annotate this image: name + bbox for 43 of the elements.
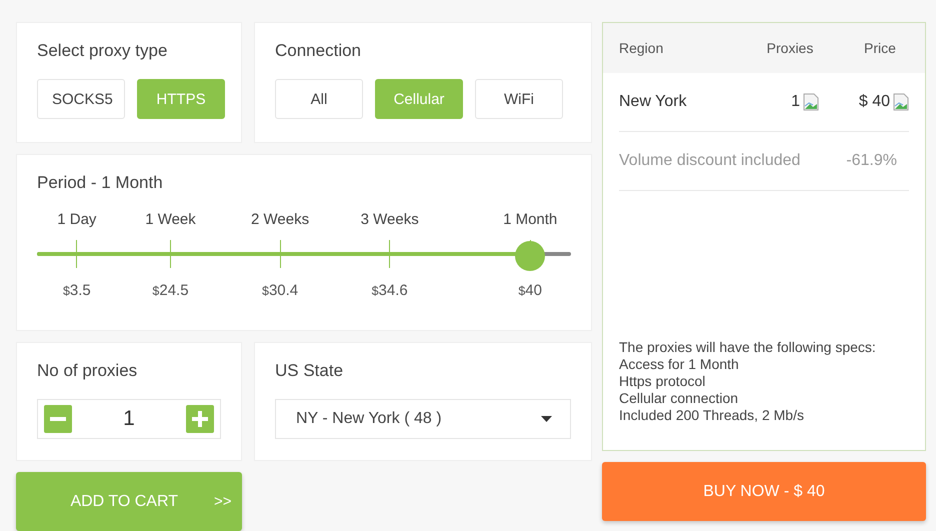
period-price: $24.5 bbox=[152, 282, 189, 299]
card-title: No of proxies bbox=[37, 361, 138, 381]
spec-line: Cellular connection bbox=[619, 390, 740, 407]
spec-line: Access for 1 Month bbox=[619, 356, 740, 373]
spec-line: Included 200 Threads, 2 Mb/s bbox=[619, 407, 805, 424]
card-title: Period - 1 Month bbox=[37, 173, 164, 193]
plus-icon bbox=[191, 410, 209, 428]
column-header: Price bbox=[864, 40, 896, 56]
column-header: Proxies bbox=[766, 40, 814, 56]
slider-thumb[interactable] bbox=[514, 241, 545, 271]
period-price: $34.6 bbox=[372, 282, 408, 299]
column-header: Region bbox=[619, 40, 664, 56]
card-title: Connection bbox=[275, 41, 362, 61]
discount-label: Volume discount included bbox=[619, 152, 800, 170]
spec-line: Https protocol bbox=[619, 373, 706, 390]
card-title: US State bbox=[275, 361, 344, 381]
table-cell: New York bbox=[619, 93, 687, 111]
state-dropdown[interactable]: NY - New York ( 48 ) bbox=[275, 399, 571, 439]
proxy-type-button[interactable]: SOCKS5 bbox=[37, 79, 125, 119]
quantity-value: 1 bbox=[123, 407, 135, 431]
broken-image-icon bbox=[893, 93, 909, 111]
period-label: 1 Month bbox=[503, 211, 558, 228]
minus-button[interactable] bbox=[44, 405, 72, 433]
broken-image-icon bbox=[803, 93, 819, 111]
period-price: $3.5 bbox=[62, 282, 91, 299]
period-label: 1 Day bbox=[57, 211, 96, 228]
table-cell: 1 bbox=[791, 93, 800, 111]
quantity-field[interactable]: 1 bbox=[37, 399, 221, 439]
period-label: 2 Weeks bbox=[251, 211, 310, 228]
discount-value: -61.9% bbox=[846, 152, 897, 170]
table-cell: $ 40 bbox=[858, 93, 890, 111]
period-price: $40 bbox=[518, 282, 542, 299]
period-label: 1 Week bbox=[145, 211, 196, 228]
spec-line: The proxies will have the following specs: bbox=[619, 339, 877, 356]
caret-icon bbox=[541, 416, 552, 422]
card-title: Select proxy type bbox=[37, 41, 168, 61]
period-slider[interactable] bbox=[37, 238, 571, 270]
period-price: $30.4 bbox=[262, 282, 298, 299]
plus-button[interactable] bbox=[186, 405, 214, 433]
period-label: 3 Weeks bbox=[360, 211, 419, 228]
connection-button[interactable]: WiFi bbox=[475, 79, 563, 119]
minus-icon bbox=[50, 417, 66, 421]
connection-button[interactable]: All bbox=[275, 79, 363, 119]
